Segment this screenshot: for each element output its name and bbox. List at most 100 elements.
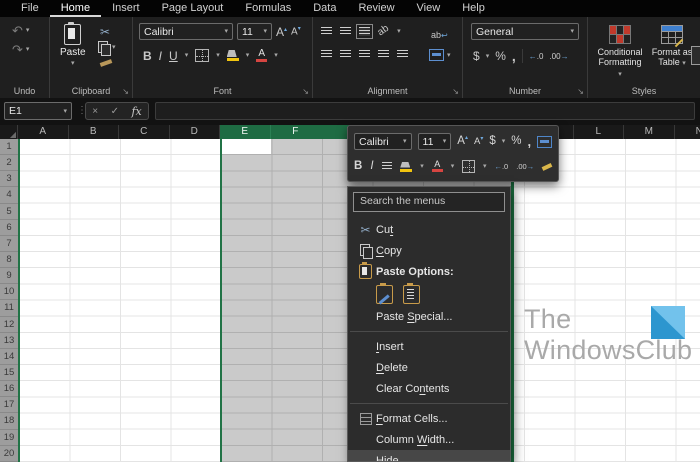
row-header-11[interactable]: 11 [0, 300, 18, 317]
mini-align-icon[interactable] [381, 162, 393, 171]
name-box[interactable]: E1 ▾ [4, 102, 72, 120]
context-menu-item-cut[interactable]: ✂ Cut [348, 219, 510, 240]
ribbon-tab-review[interactable]: Review [347, 0, 405, 17]
row-header-10[interactable]: 10 [0, 284, 18, 301]
confirm-entry-icon[interactable]: ✓ [111, 106, 119, 117]
undo-icon[interactable]: ↶ [12, 24, 23, 37]
context-menu-item-hide[interactable]: Hide [348, 450, 510, 461]
row-header-18[interactable]: 18 [0, 413, 18, 430]
row-header-3[interactable]: 3 [0, 171, 18, 188]
mini-italic-button[interactable]: I [370, 160, 373, 173]
align-left-icon[interactable] [321, 50, 332, 59]
context-menu-item-paste-options[interactable]: Paste Options: [348, 261, 510, 282]
undo-dropdown-icon[interactable]: ▾ [26, 27, 30, 34]
row-header-12[interactable]: 12 [0, 317, 18, 333]
column-header-C[interactable]: C [119, 125, 170, 139]
shrink-font-icon[interactable]: A▾ [291, 26, 301, 37]
row-header-7[interactable]: 7 [0, 236, 18, 252]
mini-font-color-button[interactable]: A [431, 160, 443, 172]
paste-dropdown-icon[interactable]: ▾ [71, 60, 75, 67]
align-right-icon[interactable] [359, 50, 370, 59]
mini-currency-button[interactable]: $ [489, 135, 495, 148]
clipboard-dialog-launcher-icon[interactable]: ↘ [122, 87, 129, 96]
context-menu-item-clear-contents[interactable]: Clear Contents [348, 378, 510, 399]
wrap-text-button[interactable]: ab↩ [431, 25, 448, 43]
row-header-13[interactable]: 13 [0, 333, 18, 349]
italic-button[interactable]: I [159, 50, 162, 62]
row-header-16[interactable]: 16 [0, 381, 18, 398]
comma-button[interactable]: , [512, 49, 516, 63]
ribbon-tab-data[interactable]: Data [302, 0, 347, 17]
context-menu-search-input[interactable]: Search the menus [353, 192, 505, 212]
column-header-D[interactable]: D [170, 125, 220, 139]
alignment-dialog-launcher-icon[interactable]: ↘ [452, 87, 459, 96]
mini-percent-button[interactable]: % [511, 135, 521, 148]
font-size-combo[interactable]: 11 ▾ [237, 23, 272, 40]
row-header-19[interactable]: 19 [0, 430, 18, 446]
paste-button[interactable]: Paste ▾ [60, 22, 86, 67]
column-header-E[interactable]: E [220, 125, 271, 139]
redo-dropdown-icon[interactable]: ▾ [26, 46, 30, 53]
grow-font-icon[interactable]: A▴ [276, 26, 287, 38]
format-painter-icon[interactable] [99, 59, 113, 67]
currency-button[interactable]: $ [473, 50, 480, 62]
copy-button[interactable]: ▾ [98, 41, 116, 56]
context-menu-item-copy[interactable]: Copy [348, 240, 510, 261]
row-header-14[interactable]: 14 [0, 349, 18, 365]
decrease-indent-icon[interactable] [378, 50, 389, 59]
increase-indent-icon[interactable] [397, 50, 408, 59]
context-menu-item-paste-special[interactable]: Paste Special... [348, 306, 510, 327]
font-color-button[interactable]: A [256, 48, 268, 62]
font-dialog-launcher-icon[interactable]: ↘ [302, 87, 309, 96]
row-header-6[interactable]: 6 [0, 220, 18, 236]
insert-function-icon[interactable]: fx [131, 105, 141, 118]
underline-button[interactable]: U [169, 50, 178, 62]
row-header-17[interactable]: 17 [0, 397, 18, 414]
column-header-F[interactable]: F [270, 125, 321, 139]
ribbon-tab-page-layout[interactable]: Page Layout [151, 0, 235, 17]
mini-format-painter-icon[interactable] [541, 162, 553, 171]
number-dialog-launcher-icon[interactable]: ↘ [577, 87, 584, 96]
paste-formatting-icon[interactable] [376, 282, 393, 304]
align-center-icon[interactable] [340, 50, 351, 59]
context-menu-item-insert[interactable]: Insert [348, 336, 510, 357]
ribbon-tab-home[interactable]: Home [50, 0, 101, 17]
borders-icon[interactable] [195, 49, 210, 62]
percent-button[interactable]: % [495, 50, 506, 62]
increase-decimal-icon[interactable]: ←.0 [529, 52, 544, 61]
mini-font-name-combo[interactable]: Calibri ▾ [354, 133, 412, 150]
mini-fill-color-button[interactable] [400, 161, 413, 172]
cancel-entry-icon[interactable]: × [92, 106, 98, 117]
row-header-20[interactable]: 20 [0, 446, 18, 462]
formula-input[interactable] [155, 102, 695, 120]
context-menu-item-delete[interactable]: Delete [348, 357, 510, 378]
mini-shrink-font-icon[interactable]: A▾ [474, 136, 483, 147]
mini-bold-button[interactable]: B [354, 160, 362, 173]
mini-comma-button[interactable]: , [528, 135, 532, 148]
align-bottom-icon[interactable] [356, 23, 373, 39]
ribbon-tab-insert[interactable]: Insert [101, 0, 151, 17]
merge-center-button[interactable]: ▾ [429, 49, 451, 61]
context-menu-item-format-cells[interactable]: Format Cells... [348, 408, 510, 429]
row-header-4[interactable]: 4 [0, 187, 18, 204]
mini-merge-center-icon[interactable] [537, 135, 552, 148]
row-header-2[interactable]: 2 [0, 155, 18, 172]
row-header-1[interactable]: 1 [0, 139, 18, 156]
select-all-button[interactable]: ◢ [0, 125, 18, 139]
conditional-formatting-button[interactable]: Conditional Formatting ▾ [596, 25, 644, 78]
align-top-icon[interactable] [321, 26, 332, 36]
ribbon-tab-help[interactable]: Help [451, 0, 496, 17]
bold-button[interactable]: B [143, 50, 152, 62]
decrease-decimal-icon[interactable]: .00→ [549, 52, 568, 61]
align-middle-icon[interactable] [340, 26, 351, 36]
mini-increase-decimal-icon[interactable]: ←.0 [494, 162, 508, 171]
row-header-8[interactable]: 8 [0, 252, 18, 269]
context-menu-item-column-width[interactable]: Column Width... [348, 429, 510, 450]
column-header-A[interactable]: A [18, 125, 69, 139]
format-as-table-button[interactable]: Format as Table ▾ [650, 25, 694, 68]
row-header-9[interactable]: 9 [0, 268, 18, 285]
redo-icon[interactable]: ↷ [12, 43, 23, 56]
font-name-combo[interactable]: Calibri ▾ [139, 23, 233, 40]
active-cell-E1[interactable] [222, 139, 271, 154]
column-header-N[interactable]: N [675, 125, 700, 139]
